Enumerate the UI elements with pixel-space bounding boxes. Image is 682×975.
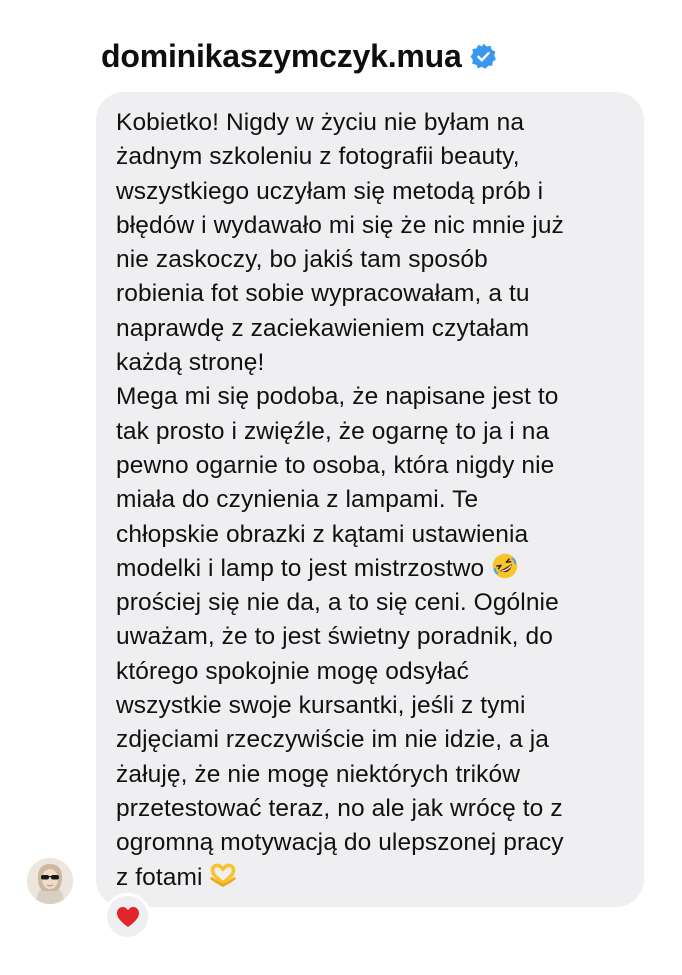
message-header: dominikaszymczyk.mua — [101, 34, 497, 78]
reaction-badge[interactable] — [104, 893, 151, 940]
heart-hands-emoji-icon — [210, 863, 237, 887]
message-paragraph-1: Kobietko! Nigdy w życiu nie byłam na żad… — [116, 109, 564, 377]
rolling-on-floor-laughing-emoji-icon — [492, 553, 518, 579]
avatar-photo — [27, 858, 73, 904]
red-heart-icon — [116, 906, 139, 927]
sender-username[interactable]: dominikaszymczyk.mua — [101, 38, 462, 75]
message-text-segment: prościej się nie da, a to się ceni. Ogól… — [116, 589, 564, 891]
message-paragraph-2: Mega mi się podoba, że napisane jest to … — [116, 380, 624, 894]
sender-avatar[interactable] — [27, 858, 73, 904]
message-bubble[interactable]: Kobietko! Nigdy w życiu nie byłam na żad… — [96, 92, 644, 907]
verified-badge-icon — [470, 43, 496, 69]
